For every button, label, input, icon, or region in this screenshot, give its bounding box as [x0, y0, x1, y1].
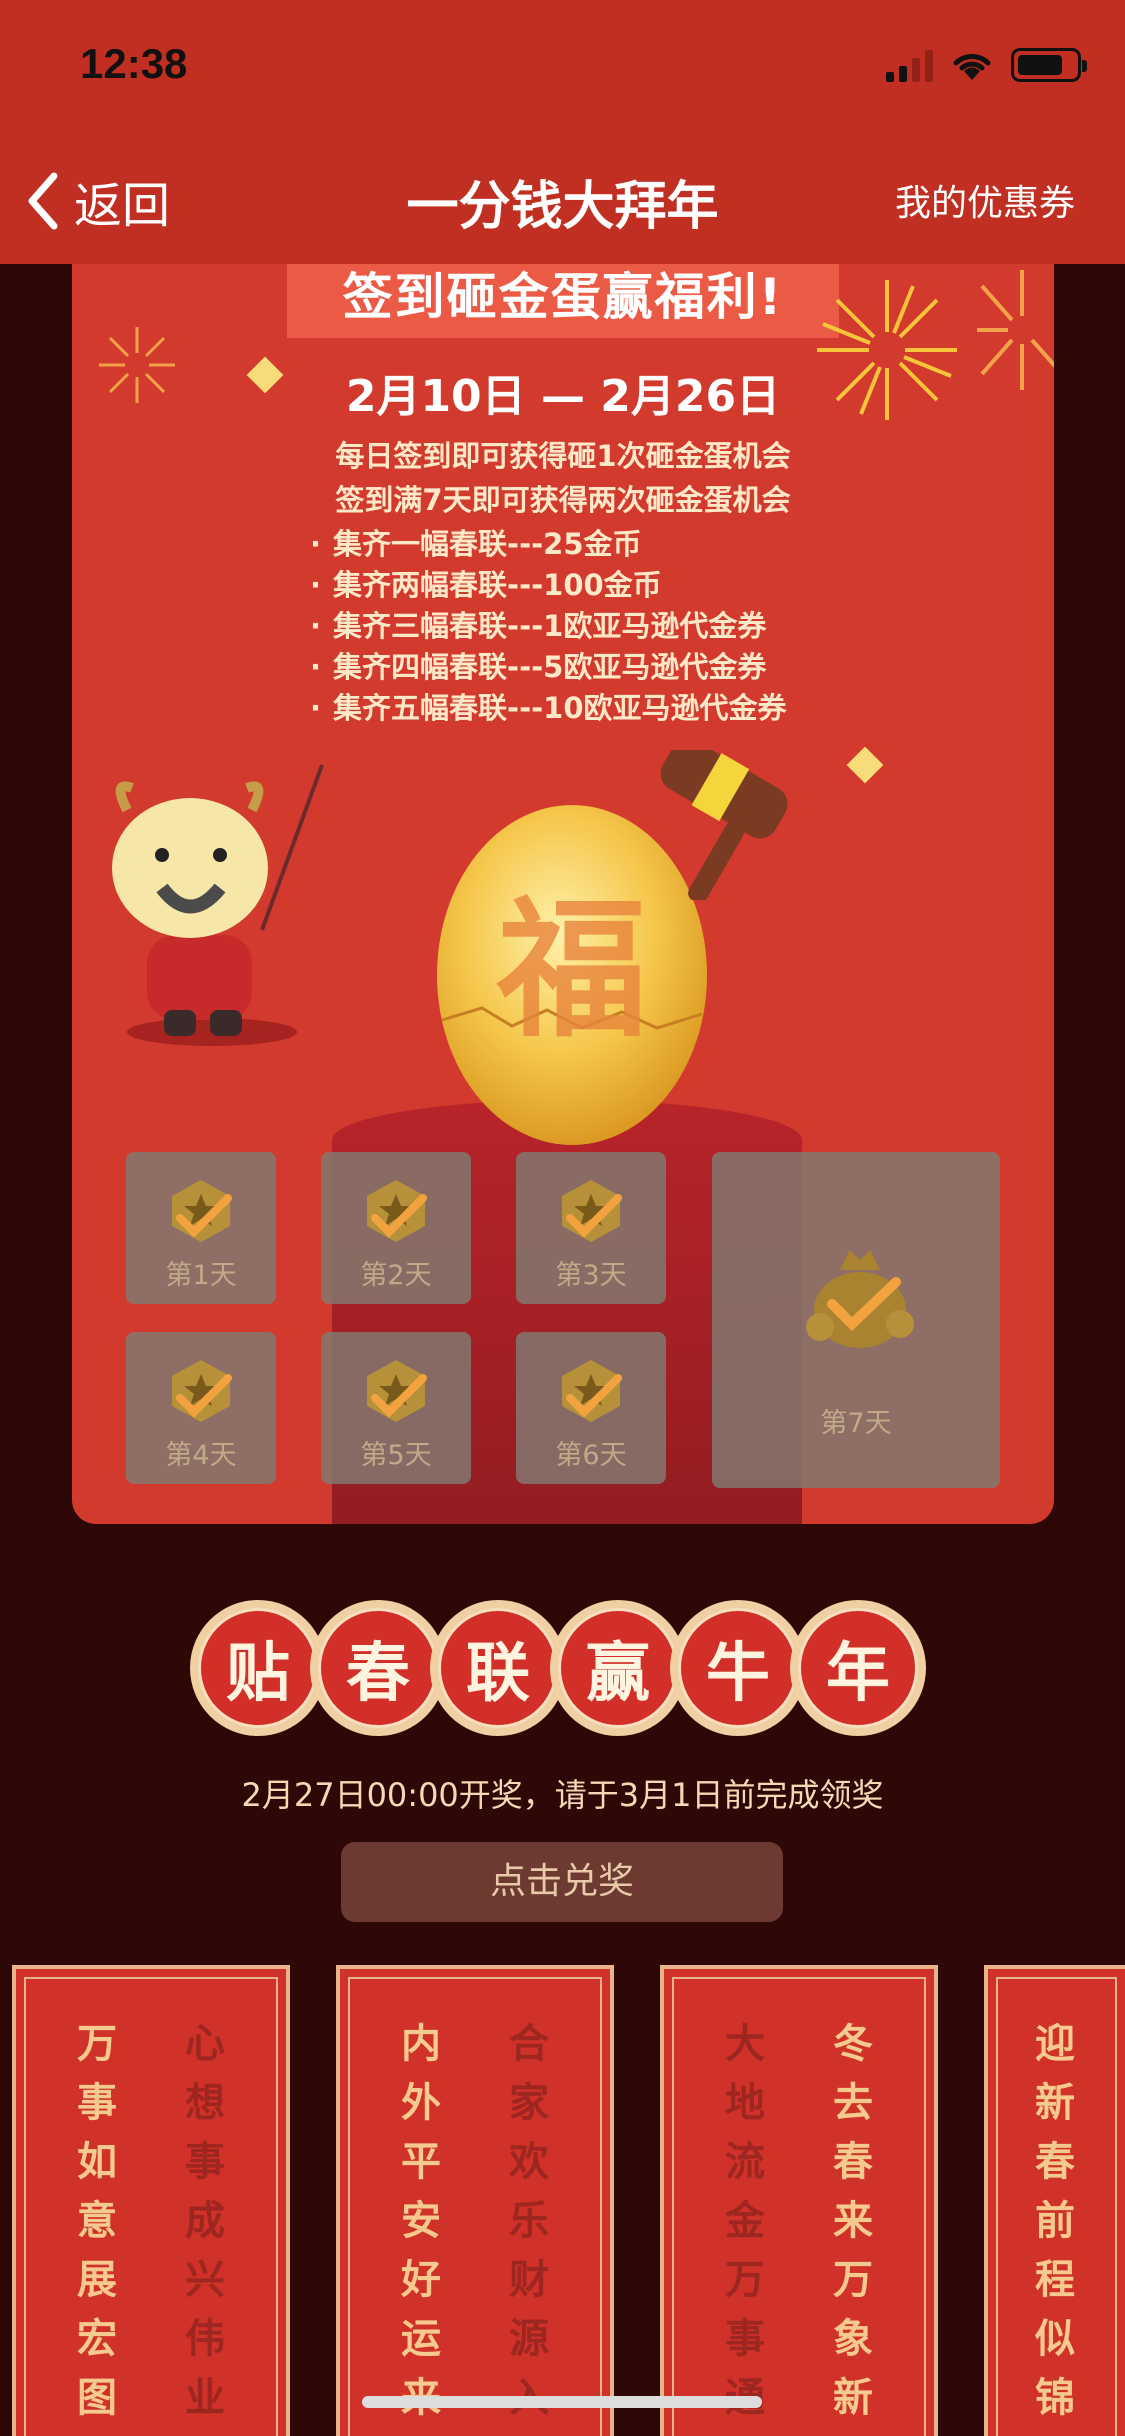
day-label: 第1天: [165, 1260, 237, 1291]
couplet-left-column: 大地流金万事通: [725, 2021, 765, 2421]
hammer-icon[interactable]: [632, 750, 832, 900]
event-poster: 签到砸金蛋赢福利! 2月10日 — 2月26日 每日签到即可获得砸1次砸金蛋机会…: [72, 200, 1054, 1524]
list-item: 集齐五幅春联---10欧亚马逊代金券: [310, 688, 786, 729]
list-item: 集齐两幅春联---100金币: [310, 565, 787, 606]
day-label: 第2天: [360, 1260, 432, 1291]
day-label: 第3天: [555, 1260, 627, 1291]
banner-char: 贴: [190, 1600, 326, 1736]
gold-confetti-icon: [846, 746, 884, 784]
checked-star-icon: [562, 1360, 622, 1422]
chevron-left-icon: [28, 172, 58, 230]
home-indicator[interactable]: [362, 2396, 762, 2408]
egg-fu-char: 福: [496, 884, 647, 1058]
banner-title: 贴 春 联 赢 牛 年: [190, 1600, 926, 1736]
back-button[interactable]: 返回: [24, 166, 170, 236]
couplet-left-column: 万事如意展宏图: [77, 2021, 117, 2421]
event-description: 每日签到即可获得砸1次砸金蛋机会 签到满7天即可获得两次砸金蛋机会: [335, 439, 791, 517]
event-dates: 2月10日 — 2月26日: [345, 371, 781, 422]
battery-icon: [1011, 48, 1087, 82]
list-item: 集齐四幅春联---5欧亚马逊代金券: [310, 647, 787, 688]
checkin-day-6[interactable]: 第6天: [516, 1332, 666, 1484]
checked-star-icon: [172, 1180, 232, 1242]
banner-char: 春: [310, 1600, 446, 1736]
checked-star-icon: [172, 1360, 232, 1422]
couplet-right-column: 心想事成兴伟业: [185, 2021, 225, 2421]
day-label: 第4天: [165, 1440, 237, 1471]
top-bar: 12:38 返回 一分钱大拜年 我的优惠券: [0, 0, 1125, 264]
banner-char: 年: [790, 1600, 926, 1736]
checkin-day-2[interactable]: 第2天: [321, 1152, 471, 1304]
status-time: 12:38: [80, 40, 188, 87]
banner-char: 联: [430, 1600, 566, 1736]
banner-char: 牛: [670, 1600, 806, 1736]
banner-char: 赢: [550, 1600, 686, 1736]
couplet-card-1[interactable]: 万事如意展宏图 心想事成兴伟业: [12, 1965, 290, 2436]
checked-star-icon: [562, 1180, 622, 1242]
checkin-day-3[interactable]: 第3天: [516, 1152, 666, 1304]
wifi-icon: [953, 54, 991, 80]
checked-star-icon: [367, 1360, 427, 1422]
couplet-card-3[interactable]: 大地流金万事通 冬去春来万象新: [660, 1965, 938, 2436]
couplet-left-column: 内外平安好运来: [401, 2021, 441, 2421]
my-coupons-button[interactable]: 我的优惠券: [895, 174, 1075, 226]
back-label: 返回: [74, 178, 171, 234]
checkin-day-4[interactable]: 第4天: [126, 1332, 276, 1484]
couplet-card-4[interactable]: 迎新春前程似锦: [984, 1965, 1125, 2436]
list-item: 集齐三幅春联---1欧亚马逊代金券: [310, 606, 787, 647]
money-bag-icon: [806, 1250, 914, 1348]
list-item: 集齐一幅春联---25金币: [310, 524, 787, 565]
couplet-right-column: 合家欢乐财源入: [509, 2021, 549, 2421]
ox-mascot-icon: [112, 764, 324, 1046]
poster-title: 签到砸金蛋赢福利!: [287, 256, 839, 338]
checkin-day-1[interactable]: 第1天: [126, 1152, 276, 1304]
couplet-left-column: 迎新春前程似锦: [1035, 2021, 1075, 2421]
day-label: 第6天: [555, 1440, 627, 1471]
redeem-button[interactable]: 点击兑奖: [341, 1842, 783, 1922]
rewards-list: 集齐一幅春联---25金币 集齐两幅春联---100金币 集齐三幅春联---1欧…: [310, 524, 787, 729]
checkin-day-7[interactable]: 第7天: [712, 1152, 1000, 1488]
cellular-signal-icon: [886, 48, 933, 82]
draw-date-text: 2月27日00:00开奖，请于3月1日前完成领奖: [241, 1776, 884, 1814]
checked-star-icon: [367, 1180, 427, 1242]
status-icons: [886, 48, 1087, 82]
day-label: 第5天: [360, 1440, 432, 1471]
couplet-right-column: 冬去春来万象新: [833, 2021, 873, 2421]
checkin-day-5[interactable]: 第5天: [321, 1332, 471, 1484]
day-label: 第7天: [820, 1408, 892, 1439]
couplet-card-2[interactable]: 内外平安好运来 合家欢乐财源入: [336, 1965, 614, 2436]
